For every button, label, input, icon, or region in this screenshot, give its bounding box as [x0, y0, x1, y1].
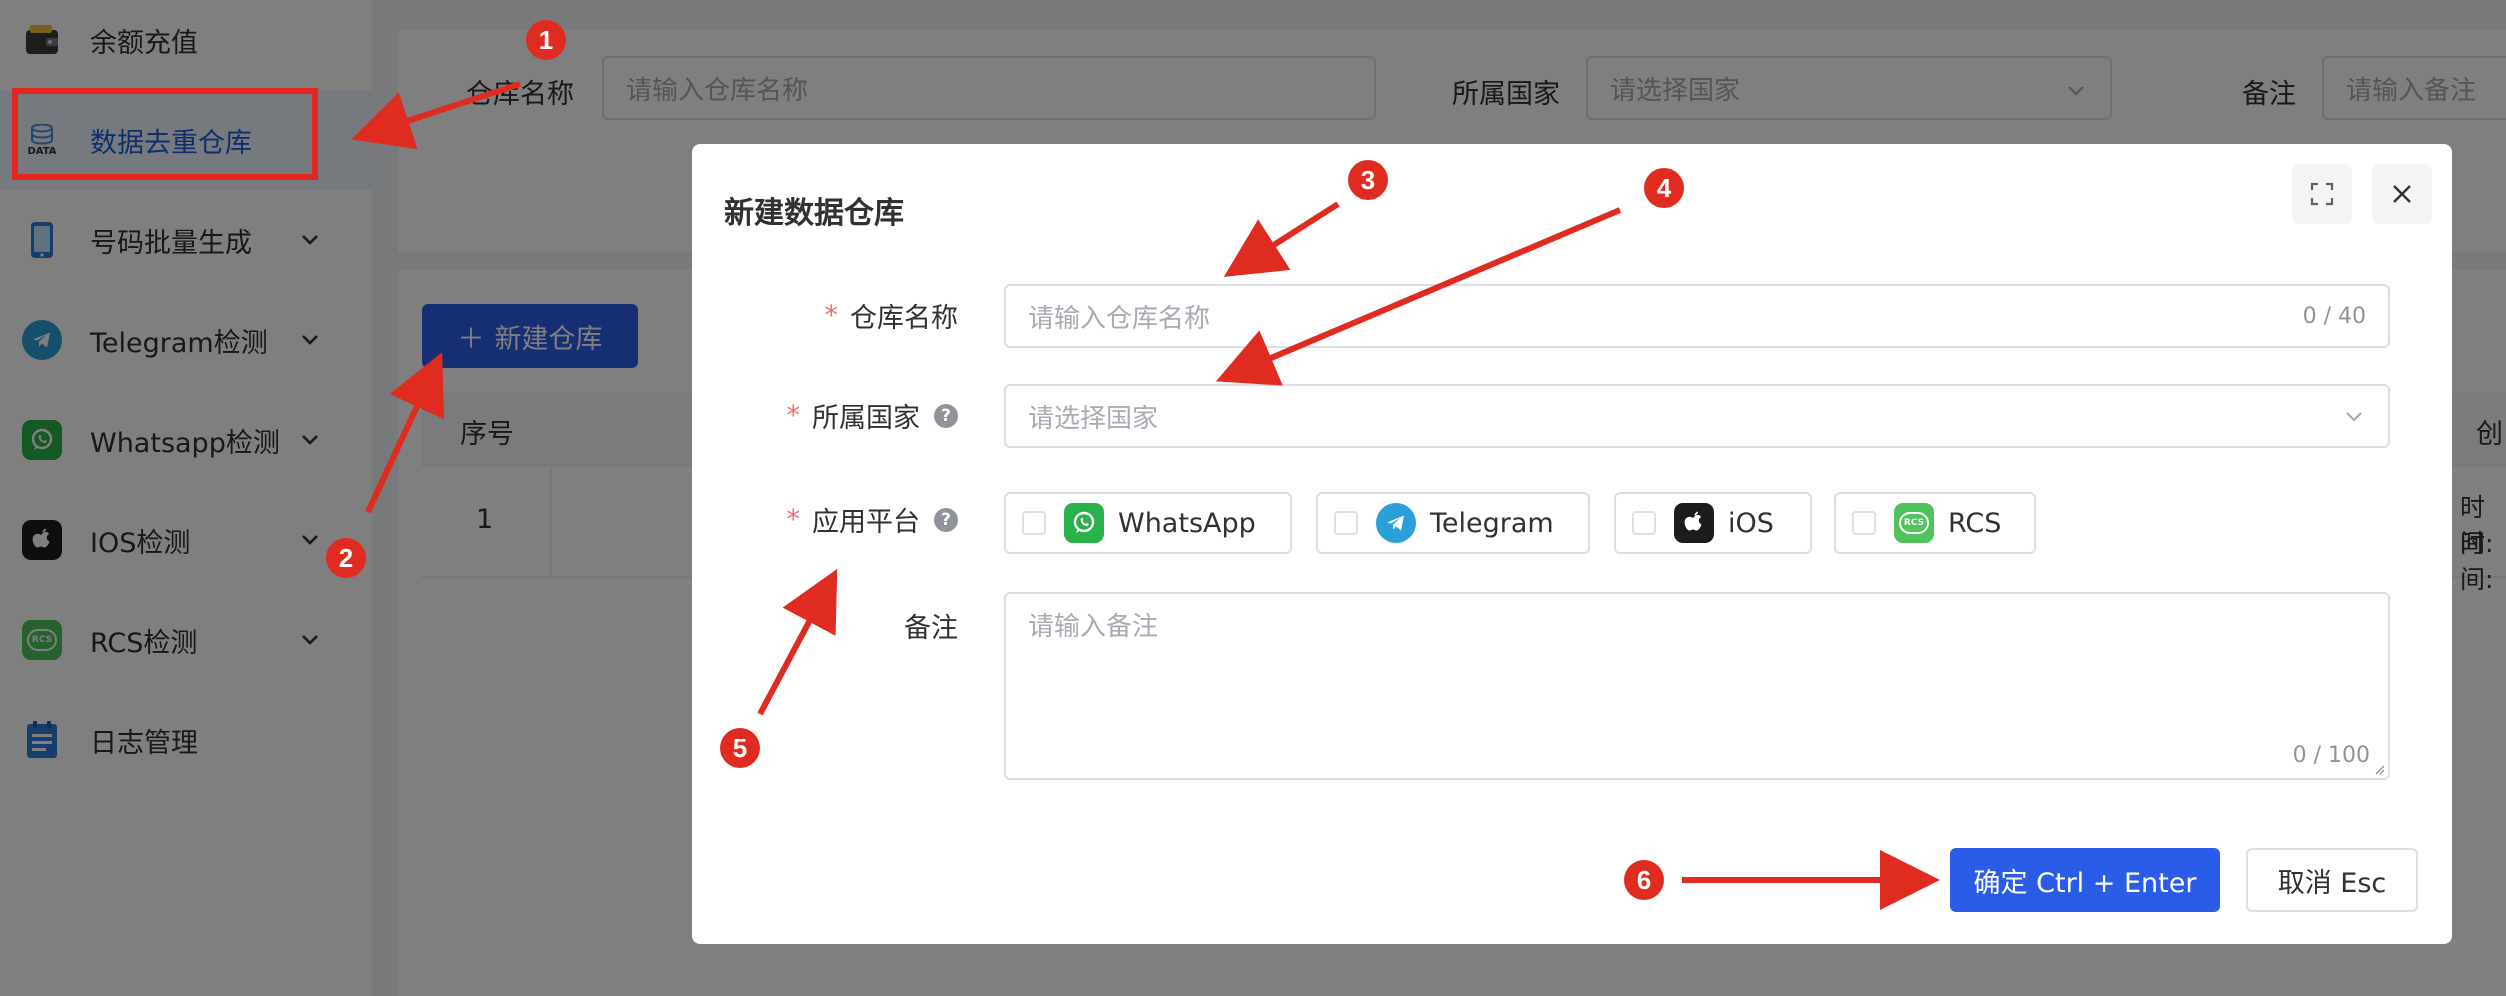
annotation-badge-5: 5 [720, 728, 760, 768]
annotation-arrows [351, 81, 1940, 910]
arrow-5 [757, 568, 838, 716]
arrow-3 [1223, 201, 1340, 277]
tutorial-annotations: 1 2 3 4 5 6 [0, 0, 2506, 996]
annotation-badge-6: 6 [1624, 860, 1664, 900]
annotation-badge-2: 2 [326, 538, 366, 578]
annotation-badge-1: 1 [526, 20, 566, 60]
arrow-1 [351, 81, 521, 150]
annotation-badge-4: 4 [1644, 168, 1684, 208]
annotation-badge-3: 3 [1348, 160, 1388, 200]
arrow-2 [365, 352, 445, 514]
